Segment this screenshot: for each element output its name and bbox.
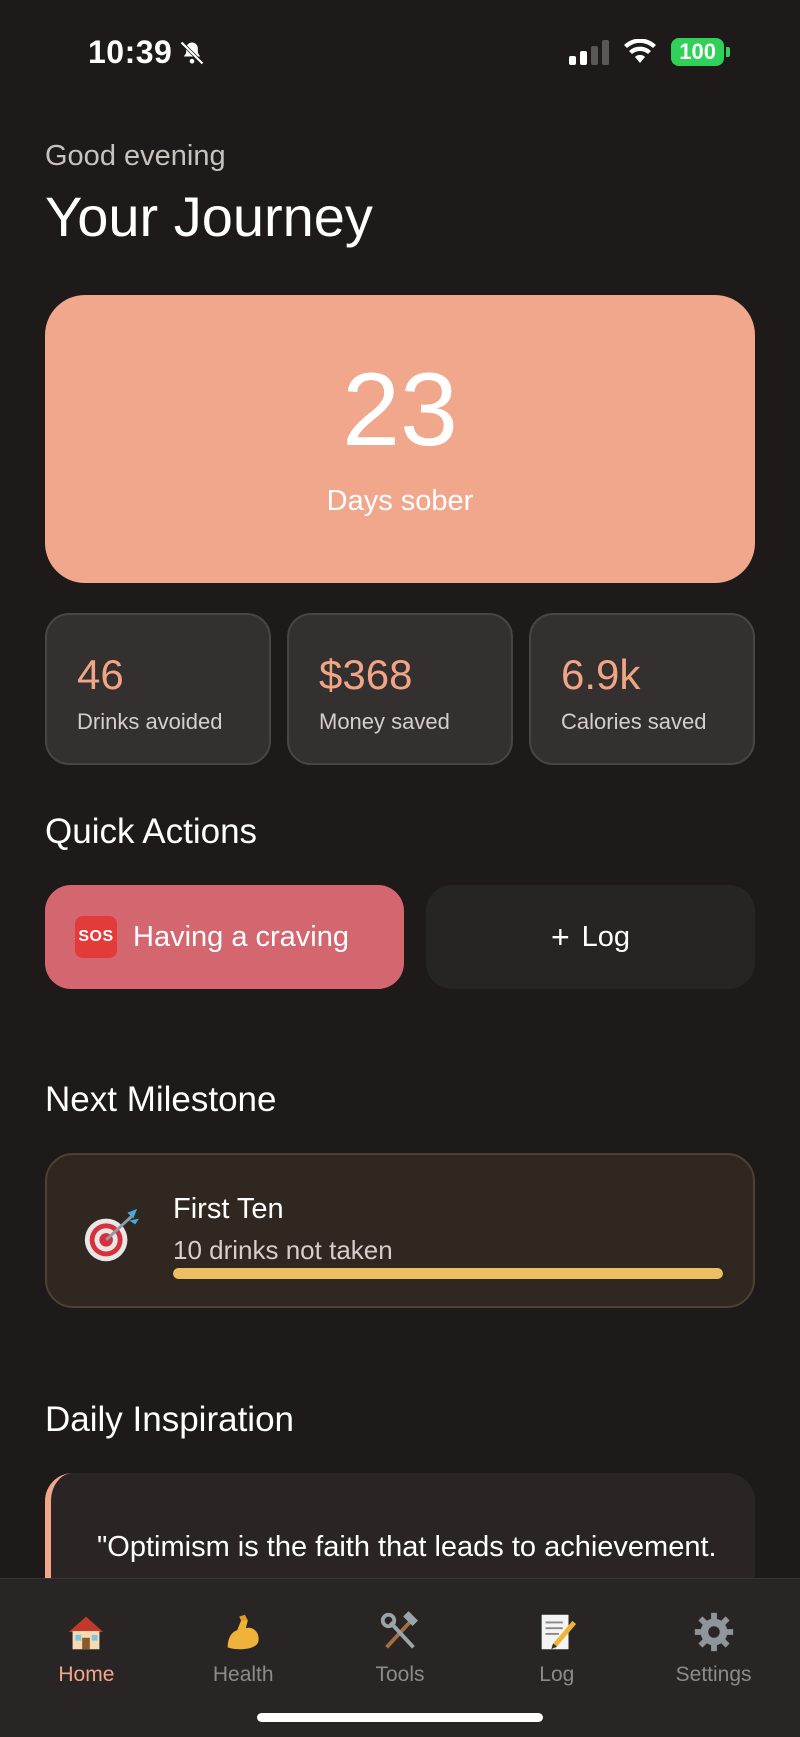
battery-level: 100 — [671, 38, 724, 66]
greeting-text: Good evening — [45, 140, 226, 172]
days-sober-label: Days sober — [326, 485, 474, 517]
target-dart-icon — [84, 1208, 140, 1262]
stat-label: Calories saved — [561, 709, 707, 734]
house-icon — [69, 1616, 104, 1650]
next-milestone-heading: Next Milestone — [45, 1080, 277, 1119]
tab-label: Log — [539, 1663, 575, 1686]
quick-actions-row: SOS Having a craving + Log — [45, 885, 755, 989]
days-sober-value: 23 — [342, 352, 458, 468]
stat-label: Money saved — [319, 709, 450, 734]
milestone-progress-bar — [173, 1268, 723, 1279]
hammer-wrench-icon — [380, 1611, 418, 1649]
page-title: Your Journey — [45, 185, 373, 248]
tab-label: Settings — [675, 1663, 752, 1686]
flexed-bicep-icon — [227, 1614, 259, 1650]
home-indicator[interactable] — [257, 1713, 543, 1722]
wifi-icon — [624, 39, 657, 63]
stat-card-calories-saved: 6.9k Calories saved — [529, 613, 755, 765]
daily-inspiration-heading: Daily Inspiration — [45, 1400, 294, 1439]
status-bar: 10:39 100 — [0, 0, 800, 100]
stat-value: 46 — [77, 651, 124, 698]
stat-value: $368 — [319, 651, 413, 698]
tab-label: Tools — [375, 1663, 425, 1686]
quick-actions-heading: Quick Actions — [45, 812, 258, 851]
status-indicators: 100 — [569, 38, 730, 66]
tab-home[interactable]: Home — [8, 1579, 165, 1737]
tab-settings[interactable]: Settings — [635, 1579, 792, 1737]
milestone-card[interactable]: First Ten 10 drinks not taken — [45, 1153, 755, 1308]
sos-icon: SOS — [75, 916, 117, 958]
silent-bell-icon — [180, 40, 205, 65]
stat-card-money-saved: $368 Money saved — [287, 613, 513, 765]
memo-icon — [541, 1614, 576, 1650]
stat-card-drinks-avoided: 46 Drinks avoided — [45, 613, 271, 765]
battery-icon: 100 — [671, 38, 730, 66]
milestone-progress-fill — [173, 1268, 723, 1279]
days-sober-card: 23 Days sober — [45, 295, 755, 583]
having-a-craving-button[interactable]: SOS Having a craving — [45, 885, 404, 989]
log-button-label: Log — [581, 920, 631, 953]
stat-value: 6.9k — [561, 651, 641, 698]
clock-text: 10:39 — [88, 34, 173, 70]
log-button[interactable]: + Log — [426, 885, 755, 989]
gear-icon — [694, 1612, 733, 1652]
plus-icon: + — [550, 918, 570, 955]
tab-label: Health — [212, 1663, 274, 1686]
stat-label: Drinks avoided — [77, 709, 223, 734]
cellular-signal-icon — [569, 39, 610, 65]
stats-row: 46 Drinks avoided $368 Money saved 6.9k … — [45, 613, 755, 765]
craving-button-label: Having a craving — [133, 920, 349, 953]
status-time: 10:39 — [88, 34, 206, 71]
milestone-title: First Ten — [173, 1193, 284, 1225]
milestone-subtitle: 10 drinks not taken — [173, 1235, 393, 1265]
tab-label: Home — [58, 1663, 115, 1686]
